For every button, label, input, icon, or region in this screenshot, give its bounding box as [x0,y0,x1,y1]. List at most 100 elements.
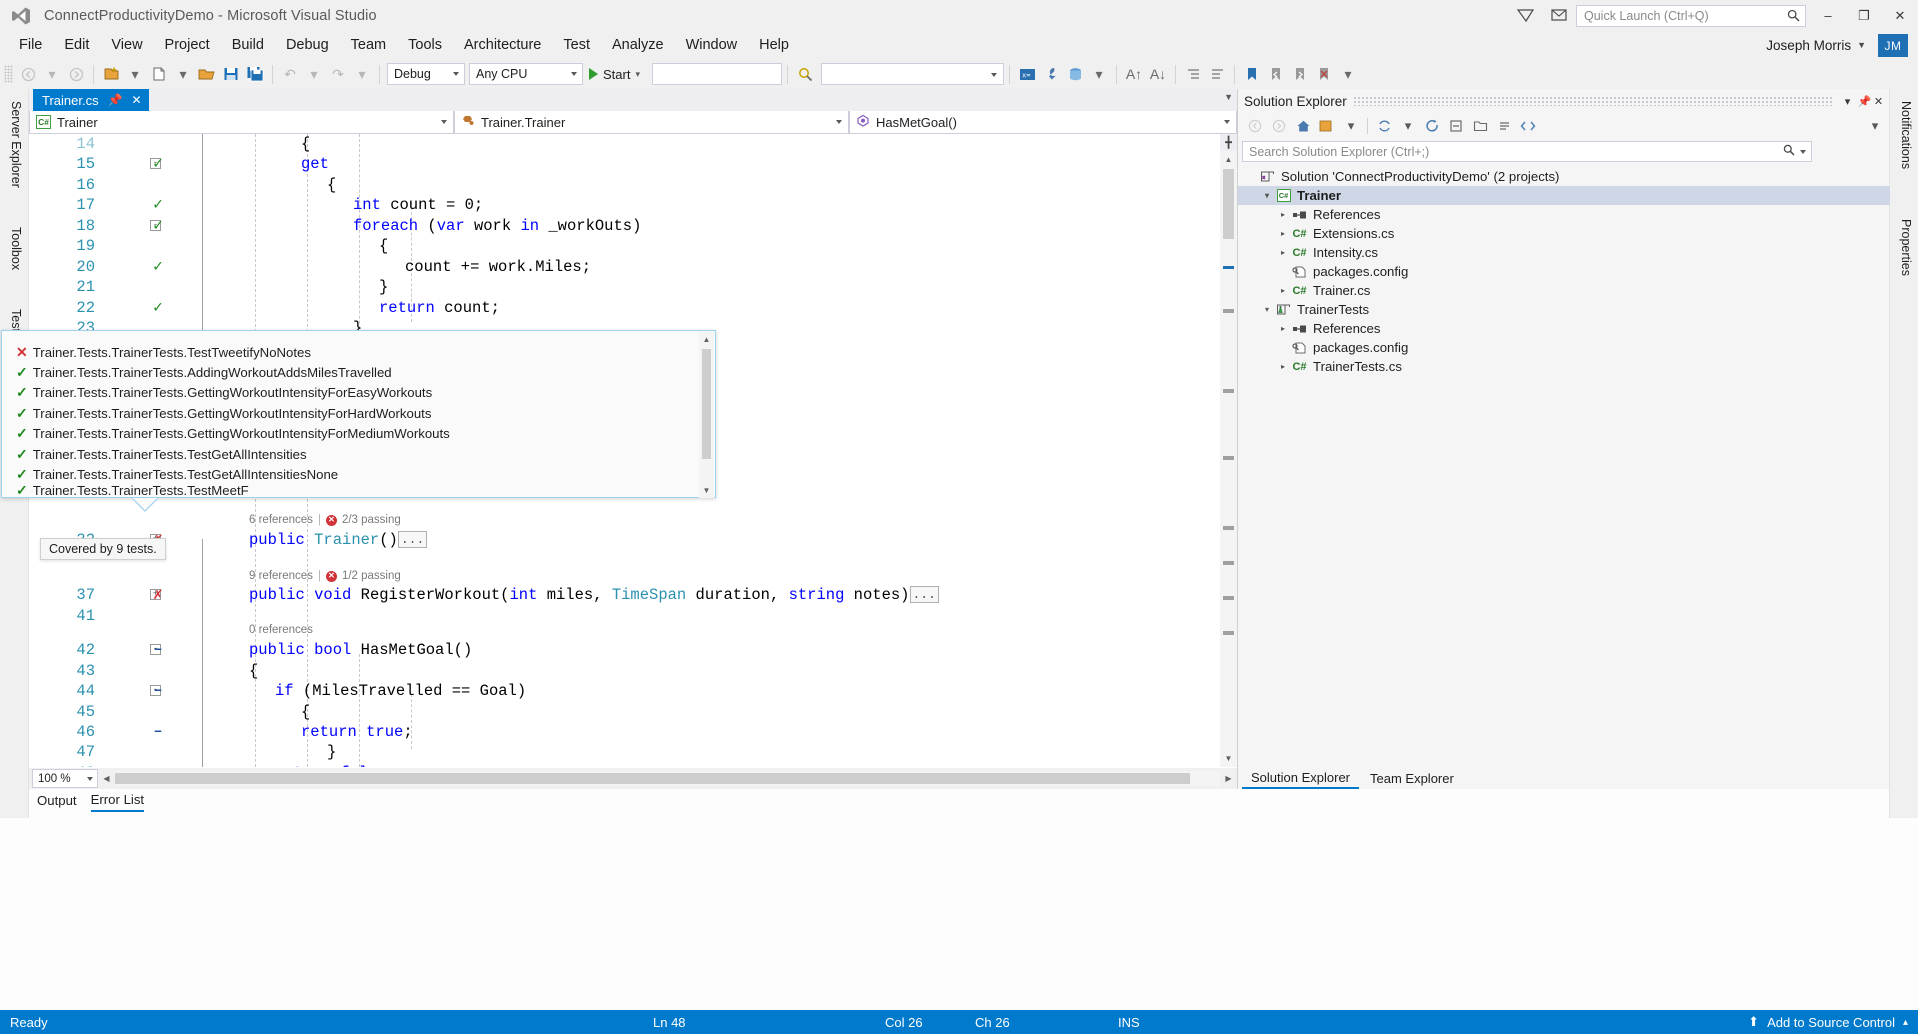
codelens-test-results-popup[interactable]: ✕Trainer.Tests.TrainerTests.TestTweetify… [1,330,716,498]
sidebar-item-properties[interactable]: Properties [1892,211,1917,303]
back-icon[interactable] [1244,115,1266,137]
open-file-icon[interactable] [195,62,219,86]
tree-item-references[interactable]: ▸References [1238,319,1890,338]
debug-target-combo[interactable] [652,63,782,85]
chevron-down-icon[interactable]: ▾ [1260,305,1274,314]
panel-drag-dots[interactable] [1353,96,1833,106]
navbar-member-select[interactable]: HasMetGoal() [849,111,1237,134]
test-result-row[interactable]: ✓Trainer.Tests.TrainerTests.GettingWorko… [2,424,715,444]
notification-icon[interactable] [1542,0,1576,31]
code-line[interactable]: 37+✗public void RegisterWorkout(int mile… [29,585,1237,605]
tree-item-packages-config[interactable]: packages.config [1238,262,1890,281]
solution-configuration-select[interactable]: Debug [387,63,465,85]
forward-icon[interactable] [1268,115,1290,137]
code-line[interactable]: 18-✓foreach (var work in _workOuts) [29,216,1237,236]
chevron-right-icon[interactable]: ▸ [1276,210,1290,219]
codelens-test-status[interactable]: 1/2 passing [342,569,401,583]
code-line[interactable]: 47} [29,742,1237,762]
uncomment-block-icon[interactable] [1205,62,1229,86]
menu-item-view[interactable]: View [100,32,153,58]
tree-item-references[interactable]: ▸References [1238,205,1890,224]
minimize-button[interactable]: – [1810,0,1846,31]
start-debug-button[interactable]: Start ▾ [583,62,646,86]
chevron-right-icon[interactable]: ▸ [1276,286,1290,295]
tree-item-packages-config[interactable]: packages.config [1238,338,1890,357]
tab-output[interactable]: Output [37,793,77,811]
codelens-references[interactable]: 9 references [249,569,313,583]
show-all-files-icon[interactable] [1469,115,1491,137]
sidebar-item-notifications[interactable]: Notifications [1892,93,1917,207]
test-result-row[interactable]: ✓Trainer.Tests.TrainerTests.GettingWorko… [2,403,715,423]
toolbox-dropdown-icon[interactable]: ▾ [1087,62,1111,86]
redo-dropdown-icon[interactable]: ▾ [350,62,374,86]
find-combo[interactable] [821,63,1004,85]
code-line[interactable]: 48–return false; [29,763,1237,767]
avatar[interactable]: JM [1878,34,1908,57]
menu-item-file[interactable]: File [8,32,53,58]
test-result-row[interactable]: ✓Trainer.Tests.TrainerTests.TestGetAllIn… [2,444,715,464]
maximize-button[interactable]: ❐ [1846,0,1882,31]
menu-item-debug[interactable]: Debug [275,32,340,58]
codelens-test-status[interactable]: 2/3 passing [342,513,401,527]
collapse-all-icon[interactable] [1445,115,1467,137]
tree-item-trainertests[interactable]: ▾TrainerTests [1238,300,1890,319]
code-line[interactable]: 16{ [29,175,1237,195]
scroll-right-icon[interactable]: ▶ [1220,770,1237,787]
test-status-pass-icon[interactable]: ✓ [147,298,169,319]
refresh-icon[interactable] [1421,115,1443,137]
previous-bookmark-icon[interactable] [1264,62,1288,86]
tree-item-intensity-cs[interactable]: ▸C#Intensity.cs [1238,243,1890,262]
redo-icon[interactable]: ↷ [326,62,350,86]
tab-solution-explorer[interactable]: Solution Explorer [1242,767,1359,789]
next-bookmark-icon[interactable] [1288,62,1312,86]
tab-team-explorer[interactable]: Team Explorer [1361,767,1463,789]
menu-item-edit[interactable]: Edit [53,32,100,58]
menu-item-analyze[interactable]: Analyze [601,32,675,58]
close-icon[interactable]: ✕ [132,93,142,107]
find-icon[interactable] [793,62,817,86]
menu-item-tools[interactable]: Tools [397,32,453,58]
code-line[interactable]: 41 [29,606,1237,626]
sidebar-item-server-explorer[interactable]: Server Explorer [2,93,27,215]
code-view-icon[interactable] [1517,115,1539,137]
intellitrace-icon[interactable]: x= [1015,62,1039,86]
navigate-backward-dropdown-icon[interactable]: ▾ [40,62,64,86]
save-icon[interactable] [219,62,243,86]
close-button[interactable]: ✕ [1882,0,1918,31]
menu-item-architecture[interactable]: Architecture [453,32,552,58]
test-status-pass-icon[interactable]: ✓ [147,195,169,216]
save-all-icon[interactable] [243,62,267,86]
menu-item-test[interactable]: Test [552,32,601,58]
scroll-left-icon[interactable]: ◀ [98,770,115,787]
scroll-down-icon[interactable]: ▼ [1220,750,1237,767]
horizontal-scroll-track[interactable] [115,771,1220,786]
scroll-down-icon[interactable]: ▼ [699,483,714,498]
codelens-references[interactable]: 6 references [249,513,313,527]
test-status-none-icon[interactable]: – [147,640,169,660]
undo-dropdown-icon[interactable]: ▾ [302,62,326,86]
account-menu[interactable]: Joseph Morris ▼ [1766,31,1866,59]
menu-item-window[interactable]: Window [675,32,749,58]
editor-vertical-scrollbar[interactable]: ▲ ▼ [1220,151,1237,767]
chevron-right-icon[interactable]: ▸ [1276,229,1290,238]
code-line[interactable]: 42-–public bool HasMetGoal() [29,640,1237,660]
panel-menu-icon[interactable]: ▾ [1839,95,1856,108]
scroll-thumb[interactable] [1223,169,1234,239]
code-line[interactable]: 22✓return count; [29,298,1237,318]
test-popup-scrollbar[interactable]: ▲ ▼ [699,332,714,498]
code-line[interactable]: 43{ [29,661,1237,681]
navbar-class-select[interactable]: Trainer.Trainer [454,111,849,134]
new-project-dropdown-icon[interactable]: ▾ [123,62,147,86]
chevron-down-icon[interactable]: ▾ [1260,191,1274,200]
properties-icon[interactable] [1493,115,1515,137]
clear-bookmarks-icon[interactable] [1312,62,1336,86]
zoom-level-select[interactable]: 100 % [32,769,98,788]
test-status-fail-icon[interactable]: ✗ [147,585,169,606]
database-icon[interactable] [1063,62,1087,86]
code-line[interactable]: 20✓count += work.Miles; [29,257,1237,277]
collapsed-code-indicator[interactable]: ... [910,586,939,603]
chevron-right-icon[interactable]: ▸ [1276,324,1290,333]
bookmark-icon[interactable] [1240,62,1264,86]
increase-font-icon[interactable]: A↑ [1122,62,1146,86]
navbar-type-select[interactable]: C# Trainer [29,111,454,134]
